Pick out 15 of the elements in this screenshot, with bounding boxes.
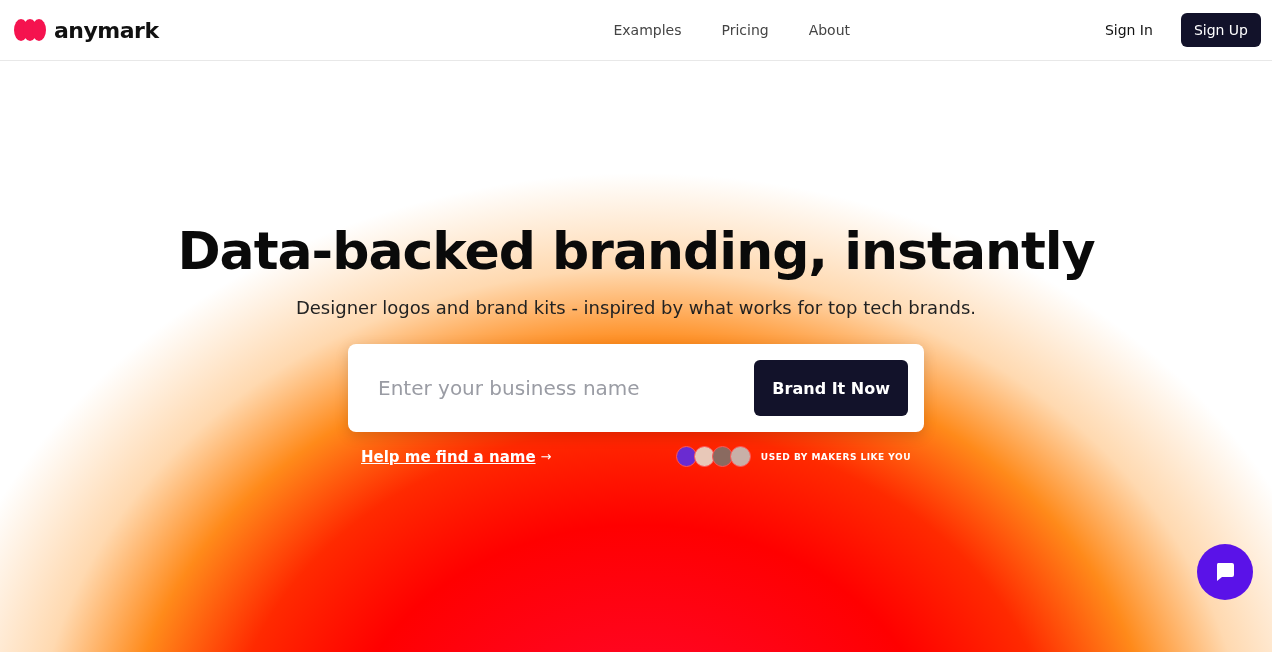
hero-title: Data-backed branding, instantly	[177, 221, 1095, 281]
nav-link[interactable]: Examples	[613, 22, 682, 38]
hero-subtitle: Designer logos and brand kits - inspired by what works for top tech brands.	[295, 297, 977, 318]
nav-link[interactable]: Pricing	[721, 22, 769, 38]
chat-bubble-icon	[1214, 561, 1236, 583]
sign-up-button[interactable]: Sign Up	[1180, 13, 1261, 47]
arrow-icon: →	[540, 449, 552, 464]
chat-button[interactable]	[1197, 544, 1253, 600]
brand-name: anymark	[54, 17, 159, 43]
sign-in-link[interactable]: Sign In	[1104, 22, 1153, 38]
logo-icon	[14, 19, 46, 41]
nav-link[interactable]: About	[808, 22, 851, 38]
social-proof-text: USED BY MAKERS LIKE YOU	[760, 451, 911, 462]
help-link[interactable]: Help me find a name	[361, 447, 536, 466]
brand-it-now-button[interactable]: Brand It Now	[754, 360, 908, 416]
